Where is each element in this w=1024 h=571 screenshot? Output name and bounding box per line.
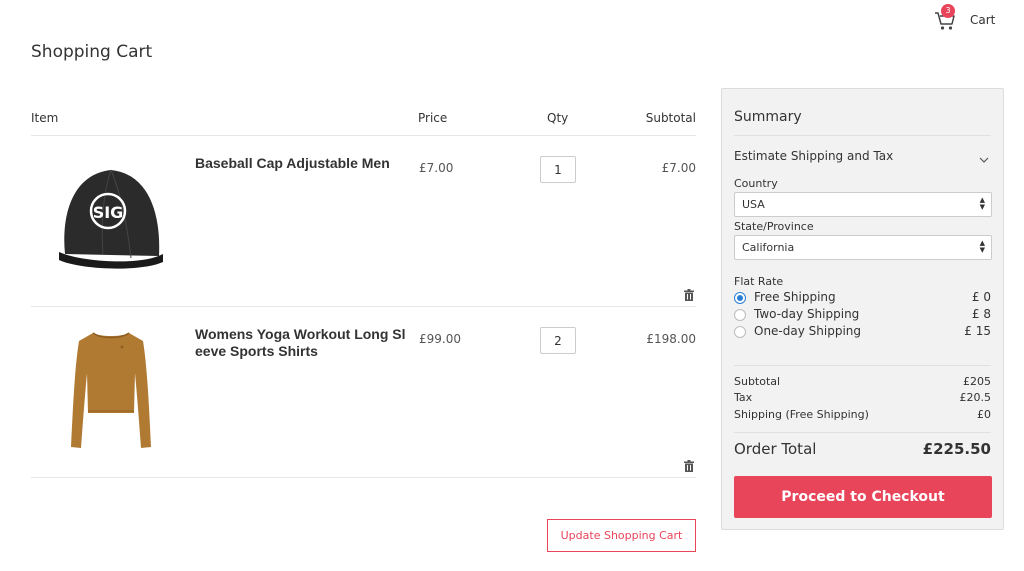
select-arrows-icon: ▲ ▼ (979, 196, 985, 211)
trash-icon[interactable] (684, 286, 694, 301)
column-header-subtotal: Subtotal (645, 111, 696, 125)
divider (734, 135, 991, 136)
proceed-to-checkout-button[interactable]: Proceed to Checkout (734, 476, 992, 518)
totals-label: Tax (734, 391, 753, 404)
table-header: Item Price Qty Subtotal (31, 108, 696, 136)
product-price: £99.00 (419, 332, 461, 346)
product-subtotal: £198.00 (646, 332, 696, 346)
estimate-shipping-label: Estimate Shipping and Tax (734, 149, 894, 163)
shipping-option-free[interactable]: Free Shipping £ 0 (734, 290, 991, 306)
product-image-shirt[interactable] (51, 325, 171, 450)
shipping-option-label: One-day Shipping (754, 324, 861, 338)
radio-button-selected[interactable] (734, 292, 746, 304)
column-header-item: Item (31, 111, 59, 125)
state-label: State/Province (734, 220, 814, 233)
product-image-cap[interactable]: SIG (51, 154, 171, 279)
shipping-option-price: £ 8 (971, 307, 991, 321)
estimate-shipping-toggle[interactable]: Estimate Shipping and Tax (734, 145, 991, 165)
totals-value: £205 (963, 375, 991, 388)
totals-value: £0 (977, 408, 991, 421)
trash-icon[interactable] (684, 457, 694, 472)
cart-icon: 3 (934, 4, 960, 33)
order-total-value: £225.50 (922, 440, 991, 458)
table-row: Womens Yoga Workout Long Sleeve Sports S… (31, 307, 696, 478)
tax-row: Tax £20.5 (734, 391, 991, 407)
column-header-qty: Qty (547, 111, 569, 125)
header-cart-link[interactable]: 3 Cart (934, 4, 1004, 34)
svg-text:SIG: SIG (93, 203, 124, 222)
cart-table: Item Price Qty Subtotal SIG Baseball Cap… (31, 108, 696, 478)
subtotal-row: Subtotal £205 (734, 375, 991, 391)
shipping-option-price: £ 0 (971, 290, 991, 304)
order-total-row: Order Total £225.50 (734, 440, 991, 460)
product-name[interactable]: Womens Yoga Workout Long Sleeve Sports S… (195, 326, 410, 360)
table-row: SIG Baseball Cap Adjustable Men £7.00 £7… (31, 136, 696, 307)
product-name[interactable]: Baseball Cap Adjustable Men (195, 155, 410, 172)
shipping-option-two-day[interactable]: Two-day Shipping £ 8 (734, 307, 991, 323)
select-arrows-icon: ▲ ▼ (979, 239, 985, 254)
quantity-input[interactable] (540, 156, 576, 183)
radio-button[interactable] (734, 309, 746, 321)
shipping-option-one-day[interactable]: One-day Shipping £ 15 (734, 324, 991, 340)
page-title: Shopping Cart (31, 42, 153, 62)
shipping-option-label: Free Shipping (754, 290, 836, 304)
country-select[interactable]: USA ▲ ▼ (734, 192, 992, 217)
quantity-input[interactable] (540, 327, 576, 354)
country-label: Country (734, 177, 778, 190)
totals-label: Subtotal (734, 375, 781, 388)
column-header-price: Price (418, 111, 448, 125)
state-select-value: California (742, 241, 795, 254)
country-select-value: USA (742, 198, 765, 211)
totals-label: Shipping (Free Shipping) (734, 408, 869, 421)
shipping-option-label: Two-day Shipping (754, 307, 860, 321)
shipping-row: Shipping (Free Shipping) £0 (734, 408, 991, 424)
divider (734, 365, 991, 366)
product-price: £7.00 (419, 161, 454, 175)
product-subtotal: £7.00 (661, 161, 696, 175)
radio-button[interactable] (734, 326, 746, 338)
state-select[interactable]: California ▲ ▼ (734, 235, 992, 260)
update-cart-button[interactable]: Update Shopping Cart (547, 519, 696, 552)
totals-value: £20.5 (959, 391, 992, 404)
flat-rate-label: Flat Rate (734, 275, 784, 288)
order-total-label: Order Total (734, 440, 817, 458)
summary-title: Summary (734, 109, 802, 125)
cart-label: Cart (970, 13, 996, 27)
chevron-down-icon (979, 148, 989, 167)
order-summary-panel: Summary Estimate Shipping and Tax Countr… (721, 88, 1004, 530)
shipping-option-price: £ 15 (964, 324, 991, 338)
divider (734, 432, 991, 433)
cart-count-badge: 3 (941, 4, 955, 18)
